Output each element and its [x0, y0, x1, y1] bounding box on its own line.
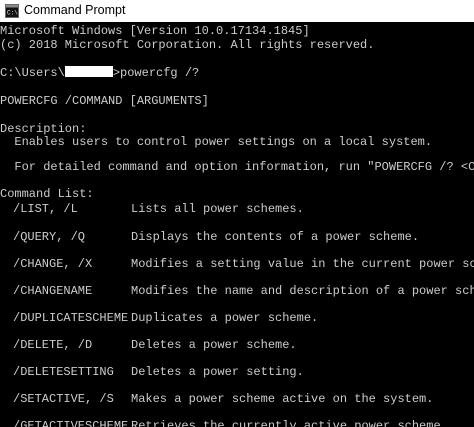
title-bar[interactable]: C:\ Command Prompt — [0, 0, 474, 22]
command-description: Deletes a power scheme. — [131, 338, 297, 352]
command-name: /GETACTIVESCHEME — [13, 419, 129, 427]
header-line-version: Microsoft Windows [Version 10.0.17134.18… — [0, 24, 310, 38]
command-name: /SETACTIVE, /S — [13, 392, 114, 406]
prompt-prefix: C:\Users\ — [0, 66, 65, 80]
command-prompt-window: C:\ Command Prompt Microsoft Windows [Ve… — [0, 0, 474, 427]
usage-line: POWERCFG /COMMAND [ARGUMENTS] — [0, 94, 209, 108]
detail-text: For detailed command and option informat… — [14, 160, 474, 174]
console-output[interactable]: Microsoft Windows [Version 10.0.17134.18… — [0, 22, 474, 427]
command-description: Displays the contents of a power scheme. — [131, 230, 420, 244]
command-list-heading: Command List: — [0, 187, 94, 201]
command-description: Retrieves the currently active power sch… — [131, 419, 448, 427]
window-title: Command Prompt — [24, 3, 126, 17]
description-heading: Description: — [0, 122, 87, 136]
command-name: /CHANGE, /X — [13, 257, 93, 271]
prompt-line: C:\Users\ >powercfg /? — [0, 66, 199, 80]
header-line-copyright: (c) 2018 Microsoft Corporation. All righ… — [0, 38, 375, 52]
command-name: /DUPLICATESCHEME — [13, 311, 129, 325]
command-name: /DELETESETTING — [13, 365, 114, 379]
svg-text:C:\: C:\ — [7, 10, 18, 17]
command-description: Modifies a setting value in the current … — [131, 257, 474, 271]
command-description: Makes a power scheme active on the syste… — [131, 392, 434, 406]
command-name: /DELETE, /D — [13, 338, 93, 352]
command-description: Duplicates a power scheme. — [131, 311, 319, 325]
redacted-username — [64, 66, 113, 77]
command-description: Deletes a power setting. — [131, 365, 304, 379]
command-name: /LIST, /L — [13, 202, 78, 216]
prompt-command: >powercfg /? — [112, 66, 200, 80]
command-description: Lists all power schemes. — [131, 202, 304, 216]
command-name: /QUERY, /Q — [13, 230, 86, 244]
command-description: Modifies the name and description of a p… — [131, 284, 474, 298]
command-name: /CHANGENAME — [13, 284, 93, 298]
description-text: Enables users to control power settings … — [0, 135, 433, 149]
console-icon: C:\ — [5, 4, 19, 18]
